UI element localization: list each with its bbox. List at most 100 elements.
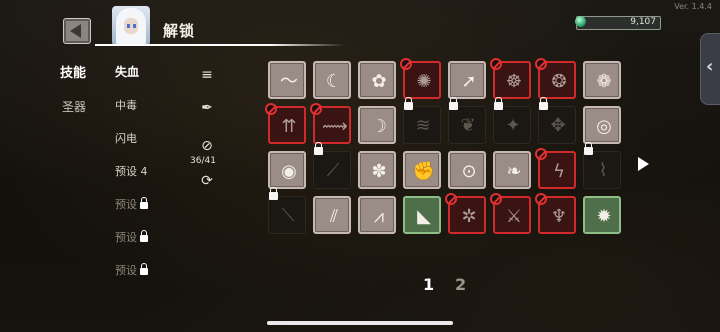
ban-icon [490, 193, 502, 205]
ban-icon [400, 58, 412, 70]
fist-strike-icon: ✊ [412, 161, 436, 182]
skill-slot[interactable]: ⌇ [583, 142, 621, 189]
lock-icon [449, 97, 458, 110]
burst-leaf-icon: ✿ [371, 71, 387, 92]
skill-slot[interactable]: ⟍ [268, 187, 306, 234]
skill-slot[interactable]: ◣ [403, 196, 441, 234]
ban-icon [265, 103, 277, 115]
skill-slot[interactable]: ◎ [583, 106, 621, 144]
lock-icon [140, 230, 148, 242]
preset-item-locked[interactable]: 预设 [115, 262, 148, 278]
skill-slot[interactable]: ✹ [583, 196, 621, 234]
zigzag-spike-icon: ⩘ [373, 206, 385, 227]
wave-slash-icon: ≋ [415, 115, 431, 136]
spiral-icon: ◎ [596, 116, 612, 137]
sword-slash-icon: ⟋ [326, 160, 340, 181]
skill-slot[interactable]: ♆ [535, 193, 576, 234]
slash-spark-icon: ⚔ [505, 206, 523, 227]
ban-icon [535, 193, 547, 205]
skill-slot[interactable]: ✥ [538, 97, 576, 144]
whirl-ring-icon: ⊙ [461, 161, 477, 182]
skill-slot[interactable]: ❂ [535, 58, 576, 99]
skill-slot[interactable]: ☾ [313, 61, 351, 99]
version-label: Ver. 1.4.4 [674, 2, 712, 11]
skill-slot[interactable]: ❧ [493, 151, 531, 189]
refresh-icon[interactable]: ⟳ [197, 172, 217, 190]
sort-icon[interactable]: ≡ [197, 66, 217, 84]
flame-orb-icon: ✹ [596, 206, 612, 227]
home-indicator [267, 321, 453, 325]
skill-slot[interactable]: ⫽ [313, 196, 351, 234]
skill-slot[interactable]: ϟ [535, 148, 576, 189]
skill-slot[interactable]: ⩘ [358, 196, 396, 234]
skill-slot[interactable]: ☸ [490, 58, 531, 99]
double-slash-icon: ⫽ [329, 206, 339, 227]
thorn-ring-icon: ❁ [596, 71, 612, 92]
lock-icon [404, 97, 413, 110]
lock-icon [269, 187, 278, 200]
page-1[interactable]: 1 [423, 275, 434, 294]
preset-item-lightning[interactable]: 闪电 [115, 130, 137, 146]
ban-icon [310, 103, 322, 115]
currency-value: 9,107 [630, 17, 656, 27]
skill-slot[interactable]: ≋ [403, 97, 441, 144]
ban-icon [535, 58, 547, 70]
skill-slot[interactable]: 〜 [268, 61, 306, 99]
title-underline [95, 44, 345, 46]
skill-slot[interactable]: ✿ [358, 61, 396, 99]
root-hand-icon: ♆ [550, 206, 568, 227]
skill-slot[interactable]: ✲ [445, 193, 486, 234]
lock-icon [314, 142, 323, 155]
skill-slot[interactable]: ⚔ [490, 193, 531, 234]
chevron-left-icon: ‹ [706, 56, 714, 77]
target-orb-icon: ◉ [281, 161, 297, 182]
skill-grid: 〜 ☾ ✿ ✺ ➚ ☸ ❂ ❁ ⇈ ⟿ ☽ ≋ ❦ ✦ ✥ ◎ ◉ ⟋ ✽ ✊ ⊙ ❧ ϟ ⌇ ⟍ ⫽ ⩘ ◣ ✲ ⚔ ♆ ✹ [265, 58, 624, 237]
shard-burst-icon: ◣ [417, 206, 431, 227]
skill-slot[interactable]: ➚ [448, 61, 486, 99]
skill-slot[interactable]: ✺ [400, 58, 441, 99]
star-burst-icon: ✺ [416, 71, 432, 92]
slash-swirl-icon: 〜 [280, 71, 298, 92]
skill-slot[interactable]: ❁ [583, 61, 621, 99]
side-drawer-toggle[interactable]: ‹ [700, 33, 720, 105]
preset-item-locked[interactable]: 预设 [115, 196, 148, 212]
category-tab-skills[interactable]: 技能 [60, 62, 86, 81]
skill-slot[interactable]: ❦ [448, 97, 486, 144]
leaf-blade-icon: ❧ [506, 161, 522, 182]
skill-slot[interactable]: ⟋ [313, 142, 351, 189]
page-title: 解锁 [163, 22, 196, 40]
preset-item-locked[interactable]: 预设 [115, 229, 148, 245]
bone-rod-icon: ⟍ [281, 205, 295, 226]
skill-slot[interactable]: ◉ [268, 151, 306, 189]
skill-slot[interactable]: ✽ [358, 151, 396, 189]
lock-icon [494, 97, 503, 110]
dagger-ring-icon: ☸ [505, 71, 523, 92]
skill-slot[interactable]: ☽ [358, 106, 396, 144]
skill-slot[interactable]: ⟿ [310, 103, 351, 144]
preset-item-bleed[interactable]: 失血 [115, 63, 139, 80]
ban-icon [490, 58, 502, 70]
quill-icon[interactable]: ✒ [197, 99, 217, 117]
page-2[interactable]: 2 [455, 275, 466, 294]
preset-item-poison[interactable]: 中毒 [115, 97, 137, 113]
next-page-arrow-icon[interactable] [638, 157, 649, 171]
thorn-chain-icon: ✲ [461, 206, 477, 227]
lock-icon [584, 142, 593, 155]
preset-item-4[interactable]: 预设 4 [115, 163, 148, 179]
forbid-icon[interactable]: ⊘ [197, 137, 217, 155]
skill-slot[interactable]: ⊙ [448, 151, 486, 189]
unlock-counter: 36/41 [190, 156, 216, 166]
skill-slot[interactable]: ✦ [493, 97, 531, 144]
lock-icon [539, 97, 548, 110]
category-tab-relics[interactable]: 圣器 [62, 98, 86, 115]
leaf-cross-icon: ✥ [550, 115, 566, 136]
skill-slot[interactable]: ✊ [403, 151, 441, 189]
chain-burst-icon: ✽ [371, 161, 387, 182]
ban-icon [445, 193, 457, 205]
back-button[interactable] [63, 18, 91, 44]
skill-slot[interactable]: ⇈ [265, 103, 306, 144]
cross-spark-icon: ✦ [505, 115, 521, 136]
bomb-orb-icon: ❂ [551, 71, 567, 92]
currency-display: 9,107 [575, 16, 661, 30]
arrow-strike-icon: ➚ [461, 71, 477, 92]
